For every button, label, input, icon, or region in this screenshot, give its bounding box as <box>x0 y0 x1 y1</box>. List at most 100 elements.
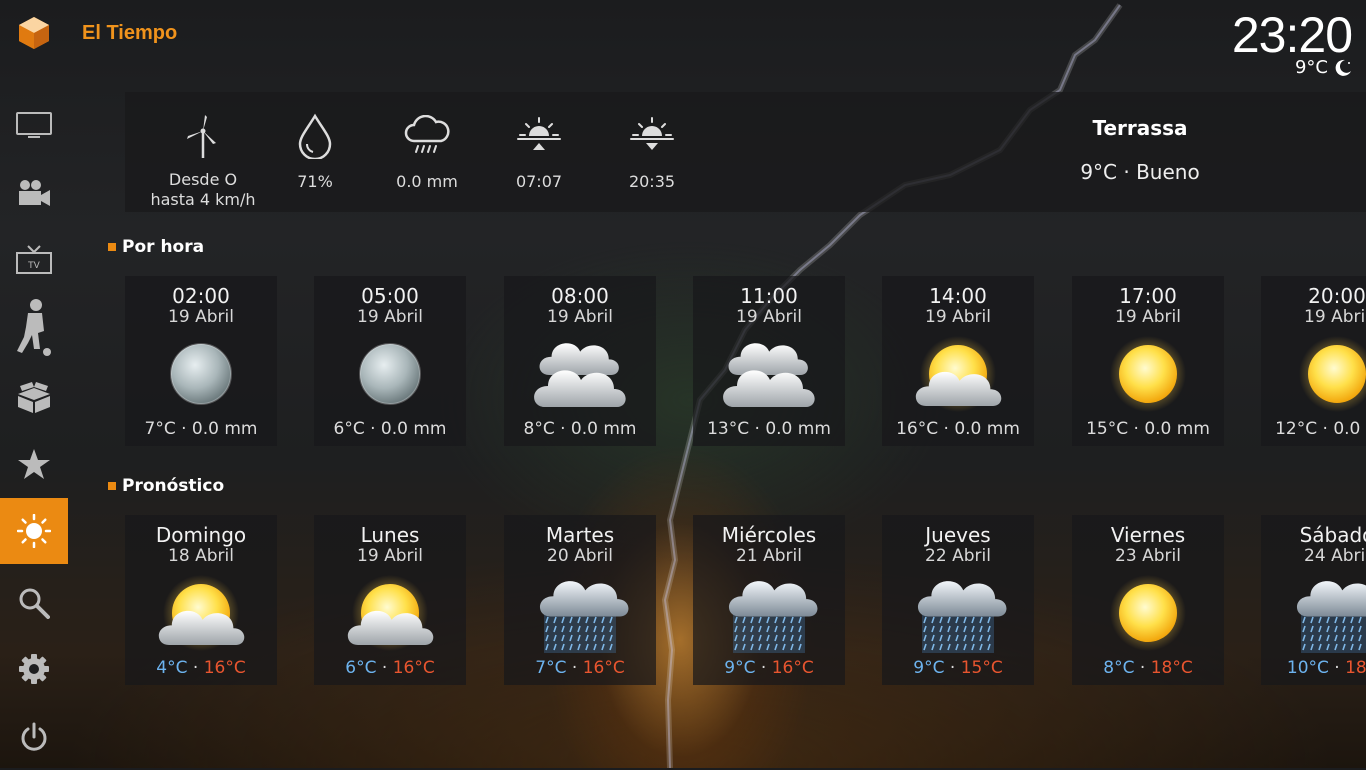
card-summary: 12°C · 0.0 mm <box>1261 419 1366 439</box>
card-title: Sábado <box>1299 523 1366 547</box>
forecast-card[interactable]: Lunes 19 Abril 6°C · 16°C <box>314 515 466 685</box>
movie-camera-icon <box>19 180 50 206</box>
card-title: Viernes <box>1110 523 1186 547</box>
forecast-card[interactable]: Domingo 18 Abril 4°C · 16°C <box>125 515 277 685</box>
card-date: 19 Abril <box>1115 307 1181 327</box>
card-title: Miércoles <box>721 523 817 547</box>
hourly-card[interactable]: 14:00 19 Abril 16°C · 0.0 mm <box>882 276 1034 446</box>
low-temperature: 9°C <box>913 658 945 678</box>
rain-weather-icon <box>539 581 629 653</box>
cloudy-weather-icon <box>534 343 626 407</box>
high-temperature: 15°C <box>960 658 1003 678</box>
card-date: 19 Abril <box>736 307 802 327</box>
nav-settings[interactable] <box>0 636 68 702</box>
cloudy-weather-icon <box>723 343 815 407</box>
temperature-separator: · <box>381 658 388 678</box>
humidity-stat: 71% <box>255 110 375 192</box>
temperature-separator: · <box>949 658 956 678</box>
rain-weather-icon <box>728 581 818 653</box>
card-title: 20:00 <box>1308 284 1366 308</box>
search-icon <box>19 588 50 619</box>
nav-power[interactable] <box>0 704 68 770</box>
card-date: 19 Abril <box>547 307 613 327</box>
low-temperature: 6°C <box>345 658 377 678</box>
temperature-separator: · <box>760 658 767 678</box>
forecast-card[interactable]: Martes 20 Abril 7°C · 16°C <box>504 515 656 685</box>
card-date: 19 Abril <box>1304 307 1366 327</box>
hourly-card[interactable]: 05:00 19 Abril 6°C · 0.0 mm <box>314 276 466 446</box>
temperature-separator: · <box>1334 658 1340 678</box>
nav-search[interactable] <box>0 570 68 636</box>
precipitation-stat: 0.0 mm <box>367 110 487 192</box>
moon-weather-icon <box>359 343 421 405</box>
current-summary: 9°C · Bueno <box>1080 160 1200 184</box>
hourly-card[interactable]: 08:00 19 Abril 8°C · 0.0 mm <box>504 276 656 446</box>
card-date: 18 Abril <box>168 546 234 566</box>
hourly-summary: 15°C · 0.0 mm <box>1086 419 1210 439</box>
nav-live-tv[interactable]: TV <box>0 228 68 294</box>
svg-text:TV: TV <box>27 261 40 271</box>
partly-cloudy-weather-icon <box>915 336 1002 412</box>
sunrise-value: 07:07 <box>515 172 563 191</box>
temperature-separator: · <box>571 658 578 678</box>
card-summary: 4°C · 16°C <box>125 658 277 678</box>
card-summary: 8°C · 0.0 mm <box>504 419 656 439</box>
nav-addons[interactable] <box>0 364 68 430</box>
nav-movies[interactable] <box>0 160 68 226</box>
card-date: 19 Abril <box>357 546 423 566</box>
tv-icon <box>16 112 52 138</box>
sunny-weather-icon <box>1110 336 1186 412</box>
location-name: Terrassa <box>1092 116 1188 140</box>
nav-sports[interactable] <box>0 296 68 362</box>
live-tv-icon: TV <box>16 245 52 274</box>
low-temperature: 8°C <box>1103 658 1135 678</box>
hourly-card[interactable]: 11:00 19 Abril 13°C · 0.0 mm <box>693 276 845 446</box>
card-title: 14:00 <box>929 284 987 308</box>
sunset-stat: 20:35 <box>592 110 712 192</box>
low-temperature: 10°C <box>1286 658 1329 678</box>
app-title: El Tiempo <box>82 22 178 44</box>
card-date: 20 Abril <box>547 546 613 566</box>
card-title: Jueves <box>925 523 991 547</box>
hourly-card[interactable]: 17:00 19 Abril 15°C · 0.0 mm <box>1072 276 1224 446</box>
sunset-value: 20:35 <box>628 172 676 191</box>
card-date: 24 Abril <box>1304 546 1366 566</box>
high-temperature: 18°C <box>1150 658 1193 678</box>
section-bullet <box>108 482 116 490</box>
hourly-summary: 16°C · 0.0 mm <box>896 419 1020 439</box>
water-drop-icon <box>298 113 332 159</box>
nav-favourites[interactable] <box>0 432 68 498</box>
high-temperature: 16°C <box>392 658 435 678</box>
card-date: 19 Abril <box>357 307 423 327</box>
clock-temperature: 9°C <box>1294 57 1328 78</box>
forecast-card[interactable]: Miércoles 21 Abril 9°C · 16°C <box>693 515 845 685</box>
temperature-separator: · <box>1139 658 1146 678</box>
card-summary: 15°C · 0.0 mm <box>1072 419 1224 439</box>
card-title: 02:00 <box>172 284 230 308</box>
hourly-card[interactable]: 20:0019 Abril 12°C · 0.0 mm <box>1261 276 1366 446</box>
sports-icon <box>17 299 51 356</box>
card-title: Martes <box>545 523 615 547</box>
sunrise-stat: 07:07 <box>479 110 599 192</box>
hourly-summary: 13°C · 0.0 mm <box>707 419 831 439</box>
high-temperature: 18°C <box>1345 658 1366 678</box>
hourly-card[interactable]: 02:00 19 Abril 7°C · 0.0 mm <box>125 276 277 446</box>
hourly-title: Por hora <box>122 237 205 257</box>
addons-box-icon <box>18 382 50 413</box>
hourly-summary: 7°C · 0.0 mm <box>144 419 258 439</box>
card-date: 22 Abril <box>925 546 991 566</box>
forecast-card[interactable]: Viernes 23 Abril 8°C · 18°C <box>1072 515 1224 685</box>
hourly-summary: 8°C · 0.0 mm <box>523 419 637 439</box>
card-title: Lunes <box>360 523 420 547</box>
nav-weather[interactable] <box>0 498 68 564</box>
nav-tv[interactable] <box>0 93 68 159</box>
wind-turbine-icon <box>187 115 216 158</box>
kodi-logo-icon <box>19 17 49 49</box>
wind-stat: Desde O hasta 4 km/h <box>143 110 263 210</box>
forecast-card[interactable]: Sábado24 Abril 10°C · 18°C <box>1261 515 1366 685</box>
sunny-weather-icon <box>1110 575 1186 651</box>
clock-time: 23:20 <box>1231 7 1353 63</box>
card-title: 05:00 <box>361 284 419 308</box>
forecast-card[interactable]: Jueves 22 Abril 9°C · 15°C <box>882 515 1034 685</box>
settings-gear-icon <box>19 654 49 684</box>
